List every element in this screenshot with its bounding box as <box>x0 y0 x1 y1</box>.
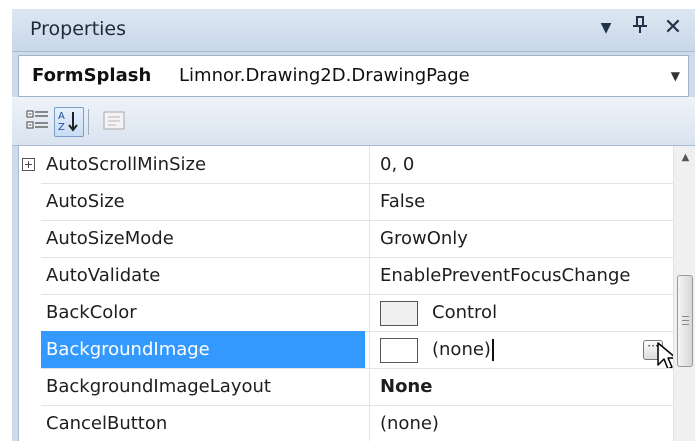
object-selector[interactable]: FormSplash Limnor.Drawing2D.DrawingPage … <box>18 55 689 97</box>
property-row-autosize[interactable]: AutoSize False <box>19 183 673 221</box>
property-name: AutoSize <box>46 191 125 212</box>
property-name: BackgroundImageLayout <box>46 376 271 397</box>
property-name: BackColor <box>46 302 137 323</box>
categorized-icon[interactable] <box>24 107 52 135</box>
property-value: Control <box>432 302 498 323</box>
row-gutter <box>19 220 41 257</box>
vertical-scrollbar[interactable]: ▲ <box>673 146 695 441</box>
color-swatch <box>380 300 418 326</box>
property-value-cell[interactable]: Control <box>370 294 673 331</box>
pin-icon[interactable] <box>628 15 652 39</box>
grip-line <box>682 320 689 321</box>
image-preview-swatch <box>380 337 418 363</box>
mouse-pointer-icon <box>657 342 673 368</box>
property-row-backcolor[interactable]: BackColor Control <box>19 294 673 332</box>
property-row-autoscrollminsize[interactable]: + AutoScrollMinSize 0, 0 <box>19 146 673 184</box>
row-gutter: + <box>19 146 41 183</box>
property-name: AutoValidate <box>46 265 161 286</box>
property-value-cell[interactable]: (none) ··· <box>370 331 673 368</box>
property-pages-icon[interactable] <box>100 107 128 135</box>
panel-title: Properties <box>30 18 127 40</box>
close-icon[interactable]: ✕ <box>660 15 686 40</box>
property-value[interactable]: (none) <box>370 405 673 441</box>
svg-text:Z: Z <box>58 122 65 133</box>
expand-plus-icon[interactable]: + <box>22 158 35 171</box>
object-type: Limnor.Drawing2D.DrawingPage <box>179 65 470 86</box>
property-row-backgroundimage[interactable]: BackgroundImage (none) ··· <box>19 331 673 369</box>
row-gutter <box>19 294 41 331</box>
row-gutter <box>19 257 41 294</box>
property-name: AutoScrollMinSize <box>46 154 207 175</box>
property-row-autosizemode[interactable]: AutoSizeMode GrowOnly <box>19 220 673 258</box>
property-row-cancelbutton[interactable]: CancelButton (none) <box>19 405 673 441</box>
property-value[interactable]: False <box>370 183 673 220</box>
property-value[interactable]: None <box>370 368 673 405</box>
property-value[interactable]: 0, 0 <box>370 146 673 183</box>
scroll-up-icon[interactable]: ▲ <box>674 146 695 170</box>
row-gutter <box>19 183 41 220</box>
property-value[interactable]: EnablePreventFocusChange <box>370 257 673 294</box>
property-name: BackgroundImage <box>41 331 365 368</box>
property-row-backgroundimagelayout[interactable]: BackgroundImageLayout None <box>19 368 673 406</box>
scroll-thumb[interactable] <box>677 275 693 367</box>
property-name: AutoSizeMode <box>46 228 174 249</box>
object-name: FormSplash <box>32 65 152 86</box>
grip-line <box>682 316 689 317</box>
property-value[interactable]: GrowOnly <box>370 220 673 257</box>
toolbar-separator <box>88 109 89 135</box>
property-grid: + AutoScrollMinSize 0, 0 AutoSize False … <box>18 146 695 441</box>
title-bar: Properties ▼ ✕ <box>12 9 695 52</box>
property-row-autovalidate[interactable]: AutoValidate EnablePreventFocusChange <box>19 257 673 295</box>
text-caret <box>491 339 494 361</box>
alphabetical-icon[interactable]: A Z <box>54 107 84 137</box>
properties-window: Properties ▼ ✕ FormSplash Limnor.Drawing… <box>12 9 695 441</box>
row-gutter <box>19 368 41 405</box>
property-name: CancelButton <box>46 413 168 434</box>
svg-text:A: A <box>58 111 65 122</box>
row-gutter <box>19 405 41 441</box>
dropdown-arrow-icon[interactable]: ▼ <box>594 20 618 44</box>
property-value-input[interactable]: (none) <box>432 339 491 360</box>
properties-toolbar: A Z <box>12 97 695 146</box>
chevron-down-icon[interactable]: ▼ <box>671 69 680 83</box>
row-gutter <box>19 331 41 368</box>
grip-line <box>682 324 689 325</box>
